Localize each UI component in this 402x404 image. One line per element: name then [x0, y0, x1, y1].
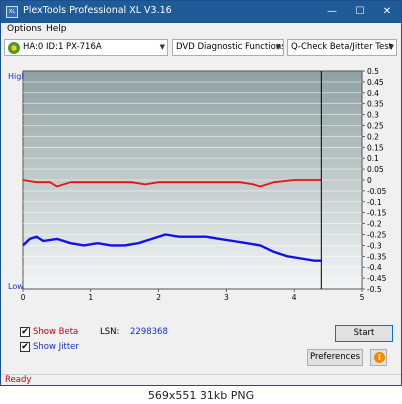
- chevron-down-icon: ▼: [159, 43, 165, 51]
- y-tick-label: 0.5: [367, 67, 379, 76]
- maximize-button[interactable]: ☐: [346, 1, 374, 23]
- x-tick-label: 0: [21, 293, 26, 302]
- x-tick-label: 1: [88, 293, 93, 302]
- y-tick-label: 0.45: [367, 78, 384, 87]
- show-jitter-label: Show Jitter: [33, 342, 79, 352]
- y-tick-label: -0.5: [367, 285, 382, 294]
- y-tick-label: -0.15: [367, 209, 387, 218]
- image-caption: 569x551 31kb PNG: [147, 389, 255, 402]
- y-tick-label: 0.25: [367, 122, 384, 131]
- app-icon: XL: [6, 6, 18, 18]
- test-select[interactable]: Q-Check Beta/Jitter Test ▼: [287, 39, 397, 56]
- x-tick-label: 3: [224, 293, 229, 302]
- status-bar: Ready: [1, 374, 401, 386]
- minimize-button[interactable]: —: [318, 1, 346, 23]
- show-beta-label: Show Beta: [33, 327, 79, 337]
- menu-bar: Options Help: [1, 23, 401, 37]
- y-tick-label: -0.35: [367, 252, 387, 261]
- y-tick-label: -0.45: [367, 274, 387, 283]
- function-select-value: DVD Diagnostic Functions: [176, 42, 284, 52]
- beta-jitter-chart: 0.5 0.45 0.4 0.35 0.3 0.250.2 0.15 0.1 0.05 0 -0.0…: [21, 67, 387, 302]
- lsn-label: LSN:: [100, 327, 120, 337]
- app-window: XL PlexTools Professional XL V3.16 — ☐ ✕…: [0, 0, 402, 386]
- y-tick-label: -0.2: [367, 220, 382, 229]
- y-tick-label: 0.35: [367, 100, 384, 109]
- y-tick-label: 0.1: [367, 154, 379, 163]
- chevron-down-icon: ▼: [275, 43, 281, 51]
- status-text: Ready: [5, 375, 32, 385]
- drive-select-value: HA:0 ID:1 PX-716A: [23, 42, 102, 52]
- window-title: PlexTools Professional XL V3.16: [23, 5, 172, 16]
- x-tick-label: 2: [156, 293, 161, 302]
- function-select[interactable]: DVD Diagnostic Functions ▼: [172, 39, 284, 56]
- disc-icon: [8, 42, 20, 54]
- menu-options[interactable]: Options: [7, 24, 42, 34]
- y-tick-label: -0.4: [367, 263, 382, 272]
- info-icon: i: [374, 352, 385, 363]
- bottom-panel: ✔ Show Beta ✔ Show Jitter LSN: 2298368 S…: [1, 317, 401, 373]
- y-tick-label: -0.1: [367, 198, 382, 207]
- start-button[interactable]: Start: [335, 325, 393, 342]
- y-tick-label: 0.3: [367, 111, 379, 120]
- preferences-button[interactable]: Preferences: [307, 349, 363, 366]
- y-tick-label: 0.4: [367, 89, 379, 98]
- y-tick-label: 0.15: [367, 143, 384, 152]
- test-select-value: Q-Check Beta/Jitter Test: [291, 42, 393, 52]
- x-tick-label: 4: [292, 293, 297, 302]
- y-tick-label: -0.25: [367, 231, 387, 240]
- chevron-down-icon: ▼: [388, 43, 394, 51]
- toolbar: HA:0 ID:1 PX-716A ▼ DVD Diagnostic Funct…: [1, 38, 401, 58]
- y-tick-label: 0: [367, 176, 372, 185]
- title-bar[interactable]: XL PlexTools Professional XL V3.16 — ☐ ✕: [1, 1, 401, 23]
- show-jitter-checkbox[interactable]: ✔: [20, 342, 30, 352]
- lsn-value: 2298368: [130, 327, 168, 337]
- y-tick-label: 0.05: [367, 165, 384, 174]
- chart-area: High Low 0.5 0.45 0.4 0.35 0.3 0.25 0.2 0.15 0.1…: [5, 63, 399, 307]
- menu-help[interactable]: Help: [46, 24, 67, 34]
- y-tick-label: 0.2: [367, 132, 379, 141]
- y-tick-label: -0.05: [367, 187, 387, 196]
- drive-select[interactable]: HA:0 ID:1 PX-716A ▼: [4, 39, 168, 56]
- show-beta-checkbox[interactable]: ✔: [20, 327, 30, 337]
- info-button[interactable]: i: [370, 349, 387, 366]
- y-tick-label: -0.3: [367, 241, 382, 250]
- close-button[interactable]: ✕: [373, 1, 401, 23]
- x-tick-label: 5: [360, 293, 365, 302]
